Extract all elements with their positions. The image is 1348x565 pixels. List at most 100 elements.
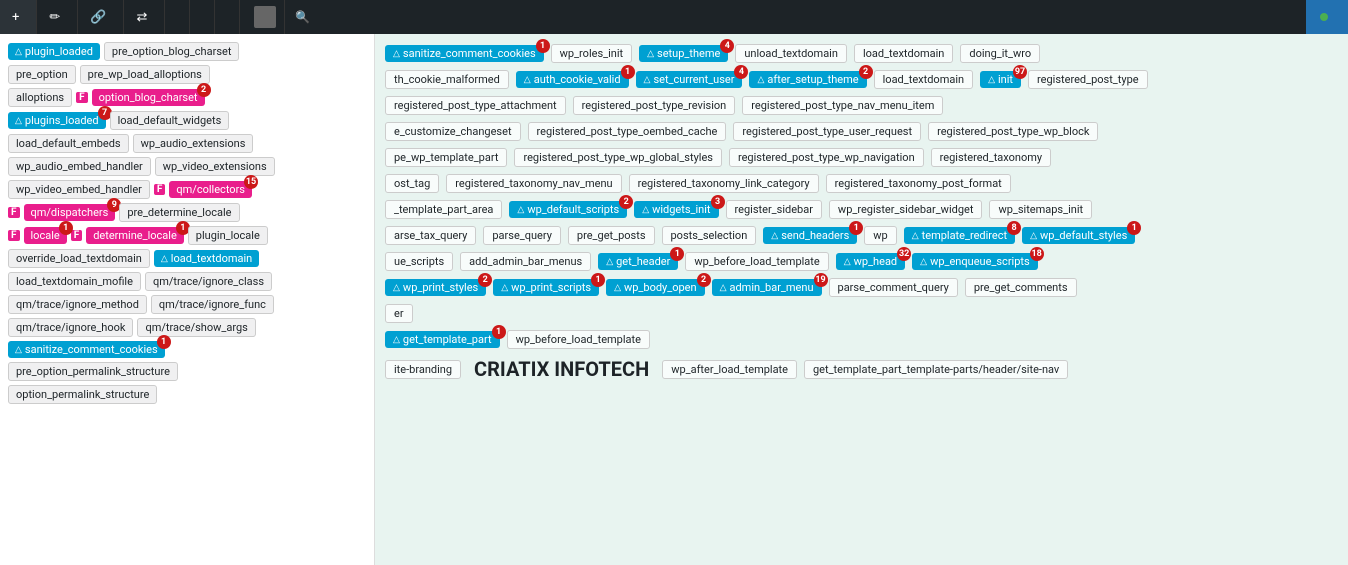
right-hook-tag[interactable]: pe_wp_template_part xyxy=(385,148,507,167)
right-hook-tag[interactable]: e_customize_changeset xyxy=(385,122,521,141)
right-hook-tag[interactable]: registered_taxonomy_nav_menu xyxy=(446,174,621,193)
right-hook-tag[interactable]: get_template_part_template-parts/header/… xyxy=(804,360,1068,379)
hook-tag[interactable]: qm/trace/show_args xyxy=(137,318,255,337)
right-hook-tag[interactable]: △wp_default_scripts2 xyxy=(509,201,627,218)
hook-tag[interactable]: pre_option_permalink_structure xyxy=(8,362,178,381)
right-hook-tag[interactable]: registered_post_type_attachment xyxy=(385,96,566,115)
admin-menu[interactable] xyxy=(240,0,285,34)
hook-tag[interactable]: plugin_locale xyxy=(188,226,268,245)
right-hook-tag[interactable]: wp_after_load_template xyxy=(662,360,797,379)
right-hook-tag[interactable]: pre_get_comments xyxy=(965,278,1077,297)
edit-page-button[interactable]: ✏ xyxy=(37,0,78,34)
right-hook-tag[interactable]: wp_before_load_template xyxy=(507,330,650,349)
hook-tag[interactable]: option_blog_charset2 xyxy=(92,89,205,106)
hook-tag[interactable]: wp_video_embed_handler xyxy=(8,180,150,199)
right-hook-tag[interactable]: _template_part_area xyxy=(385,200,502,219)
right-hook-tag[interactable]: registered_post_type_wp_global_styles xyxy=(514,148,722,167)
hook-tag[interactable]: qm/dispatchers9 xyxy=(24,204,116,221)
right-hook-tag[interactable]: △wp_head32 xyxy=(836,253,905,270)
hook-tag[interactable]: qm/collectors15 xyxy=(169,181,252,198)
right-hook-tag[interactable]: pre_get_posts xyxy=(568,226,655,245)
stop-hooks-button[interactable] xyxy=(1306,0,1348,34)
hook-tag[interactable]: △plugins_loaded7 xyxy=(8,112,106,129)
right-hook-tag[interactable]: registered_post_type_user_request xyxy=(733,122,921,141)
right-hook-tag[interactable]: registered_post_type_revision xyxy=(573,96,736,115)
right-hook-tag[interactable]: add_admin_bar_menus xyxy=(460,252,591,271)
right-hook-tag[interactable]: posts_selection xyxy=(662,226,757,245)
hook-tag[interactable]: qm/trace/ignore_class xyxy=(145,272,272,291)
hook-tag[interactable]: alloptions xyxy=(8,88,72,107)
hook-tag[interactable]: △sanitize_comment_cookies1 xyxy=(8,341,165,358)
hook-tag[interactable]: qm/trace/ignore_hook xyxy=(8,318,133,337)
search-button[interactable]: 🔍 xyxy=(285,0,320,34)
right-hook-tag[interactable]: parse_query xyxy=(483,226,561,245)
simply-show-hooks-button[interactable]: 🔗 xyxy=(78,0,124,34)
right-hook-tag[interactable]: ost_tag xyxy=(385,174,439,193)
right-hook-tag[interactable]: unload_textdomain xyxy=(735,44,847,63)
hook-tag[interactable]: load_textdomain_mofile xyxy=(8,272,141,291)
hook-tag[interactable]: override_load_textdomain xyxy=(8,249,150,268)
right-hook-tag[interactable]: △wp_body_open2 xyxy=(606,279,705,296)
right-hook-tag[interactable]: registered_taxonomy_link_category xyxy=(629,174,819,193)
right-hook-tag[interactable]: △setup_theme4 xyxy=(639,45,728,62)
hook-tag[interactable]: qm/trace/ignore_method xyxy=(8,295,147,314)
right-hook-tag[interactable]: th_cookie_malformed xyxy=(385,70,509,89)
right-hook-tag[interactable]: wp_roles_init xyxy=(551,44,632,63)
right-hook-tag[interactable]: registered_taxonomy xyxy=(931,148,1051,167)
right-hook-tag[interactable]: registered_post_type_wp_navigation xyxy=(729,148,924,167)
right-hook-tag[interactable]: △auth_cookie_valid1 xyxy=(516,71,629,88)
right-hook-tag[interactable]: △widgets_init3 xyxy=(634,201,718,218)
right-hook-tag[interactable]: △after_setup_theme2 xyxy=(749,71,866,88)
right-hook-tag[interactable]: wp xyxy=(864,226,896,245)
right-hook-tag[interactable]: load_textdomain xyxy=(854,44,953,63)
right-hook-tag[interactable]: △get_template_part1 xyxy=(385,331,500,348)
hook-tag[interactable]: △plugin_loaded xyxy=(8,43,100,60)
right-hook-tag[interactable]: △wp_enqueue_scripts18 xyxy=(912,253,1038,270)
right-hook-tag-label: registered_post_type_oembed_cache xyxy=(537,125,718,138)
hook-tag[interactable]: wp_audio_embed_handler xyxy=(8,157,151,176)
right-hook-tag[interactable]: parse_comment_query xyxy=(829,278,958,297)
right-hook-tag[interactable]: register_sidebar xyxy=(726,200,822,219)
hook-tag[interactable]: locale1 xyxy=(24,227,67,244)
debug-button[interactable] xyxy=(215,0,240,34)
right-hook-tag[interactable]: load_textdomain xyxy=(874,70,973,89)
right-hook-tag[interactable]: arse_tax_query xyxy=(385,226,476,245)
hook-tag[interactable]: pre_wp_load_alloptions xyxy=(80,65,210,84)
right-hook-tag[interactable]: registered_post_type_nav_menu_item xyxy=(742,96,943,115)
hook-tag[interactable]: pre_option_blog_charset xyxy=(104,42,240,61)
right-hook-tag[interactable]: wp_before_load_template xyxy=(685,252,828,271)
sync-right-menu-button[interactable]: ⇄ xyxy=(124,0,165,34)
right-hook-tag[interactable]: registered_post_type xyxy=(1028,70,1148,89)
right-hook-tag[interactable]: △wp_print_styles2 xyxy=(385,279,486,296)
right-hook-tag[interactable]: registered_taxonomy_post_format xyxy=(826,174,1011,193)
right-hook-tag[interactable]: △wp_print_scripts1 xyxy=(493,279,599,296)
right-hook-tag[interactable]: △set_current_user4 xyxy=(636,71,743,88)
right-hook-tag[interactable]: registered_post_type_wp_block xyxy=(928,122,1098,141)
right-hook-tag[interactable]: △template_redirect8 xyxy=(904,227,1015,244)
right-hook-tag[interactable]: doing_it_wro xyxy=(960,44,1040,63)
right-hook-tag[interactable]: △get_header1 xyxy=(598,253,678,270)
right-hook-tag[interactable]: △sanitize_comment_cookies1 xyxy=(385,45,544,62)
hook-tag[interactable]: determine_locale1 xyxy=(86,227,184,244)
right-hook-tag[interactable]: △send_headers1 xyxy=(763,227,857,244)
right-hook-tag[interactable]: er xyxy=(385,304,413,323)
right-hook-tag[interactable]: ue_scripts xyxy=(385,252,453,271)
right-hook-tag[interactable]: △wp_default_styles1 xyxy=(1022,227,1135,244)
new-button[interactable]: + xyxy=(0,0,37,34)
right-hook-tag[interactable]: registered_post_type_oembed_cache xyxy=(528,122,727,141)
hook-tag[interactable]: load_default_widgets xyxy=(110,111,230,130)
right-hook-tag[interactable]: △admin_bar_menu19 xyxy=(712,279,822,296)
hook-tag[interactable]: wp_audio_extensions xyxy=(133,134,254,153)
hook-tag[interactable]: pre_option xyxy=(8,65,76,84)
hook-tag[interactable]: pre_determine_locale xyxy=(119,203,239,222)
template-info xyxy=(190,0,215,34)
hook-tag[interactable]: wp_video_extensions xyxy=(155,157,275,176)
right-hook-tag[interactable]: wp_register_sidebar_widget xyxy=(829,200,983,219)
hook-tag[interactable]: △load_textdomain xyxy=(154,250,259,267)
hook-tag[interactable]: qm/trace/ignore_func xyxy=(151,295,274,314)
right-hook-tag[interactable]: △init97 xyxy=(980,71,1021,88)
right-hook-tag[interactable]: ite-branding xyxy=(385,360,461,379)
right-hook-tag[interactable]: wp_sitemaps_init xyxy=(989,200,1092,219)
hook-tag[interactable]: option_permalink_structure xyxy=(8,385,157,404)
hook-tag[interactable]: load_default_embeds xyxy=(8,134,129,153)
